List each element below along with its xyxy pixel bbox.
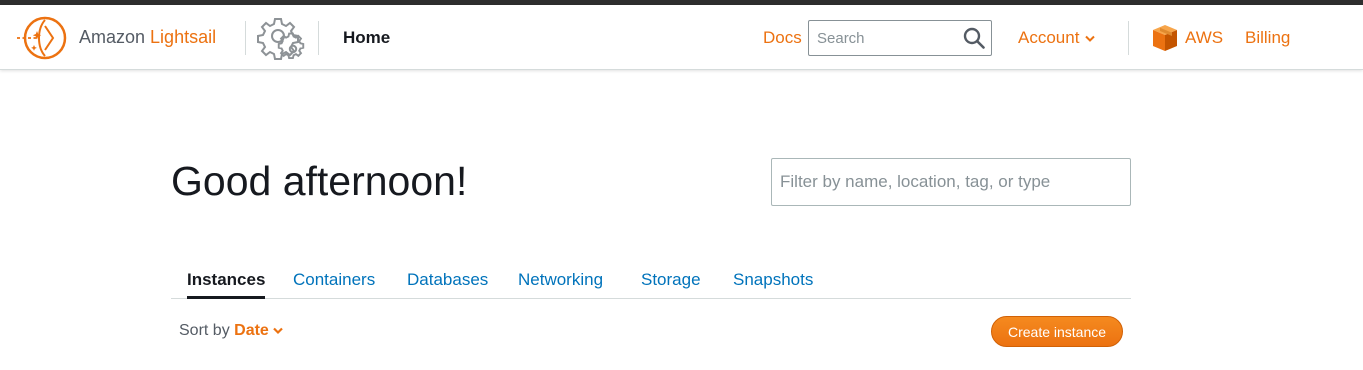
tab-snapshots[interactable]: Snapshots (733, 270, 813, 290)
chevron-down-icon (1085, 35, 1096, 42)
sort-label: Sort by (179, 322, 235, 339)
tab-instances[interactable]: Instances (187, 270, 266, 299)
divider (245, 21, 246, 55)
brand-accent: Lightsail (150, 27, 217, 47)
sort-value: Date (234, 322, 269, 339)
sort-dropdown[interactable]: Date (234, 322, 283, 339)
account-menu[interactable]: Account (1018, 28, 1096, 48)
brand-prefix: Amazon (79, 27, 151, 47)
aws-label: AWS (1185, 28, 1224, 47)
account-label: Account (1018, 28, 1080, 47)
billing-link[interactable]: Billing (1245, 28, 1290, 48)
divider (318, 21, 319, 55)
aws-box-icon (1153, 25, 1177, 51)
gear-icon[interactable] (257, 15, 309, 63)
brand-name[interactable]: Amazon Lightsail (79, 27, 216, 48)
home-link[interactable]: Home (343, 28, 390, 48)
search-input[interactable] (817, 28, 957, 48)
lightsail-logo-icon[interactable] (15, 15, 69, 61)
filter-input[interactable] (771, 158, 1131, 206)
page-title: Good afternoon! (171, 158, 468, 204)
divider (1128, 21, 1129, 55)
resource-tabs: Instances Containers Databases Networkin… (171, 268, 1131, 299)
search-box (808, 20, 992, 56)
tab-storage[interactable]: Storage (641, 270, 701, 290)
tab-databases[interactable]: Databases (407, 270, 488, 290)
docs-link[interactable]: Docs (763, 28, 802, 48)
tab-containers[interactable]: Containers (293, 270, 375, 290)
chevron-down-icon (273, 327, 283, 334)
search-icon[interactable] (963, 27, 985, 49)
sort-control: Sort by Date (179, 322, 283, 340)
create-instance-button[interactable]: Create instance (991, 316, 1123, 347)
header-bar: Amazon Lightsail Home Docs Account AWS B… (0, 5, 1363, 70)
tab-networking[interactable]: Networking (518, 270, 603, 290)
